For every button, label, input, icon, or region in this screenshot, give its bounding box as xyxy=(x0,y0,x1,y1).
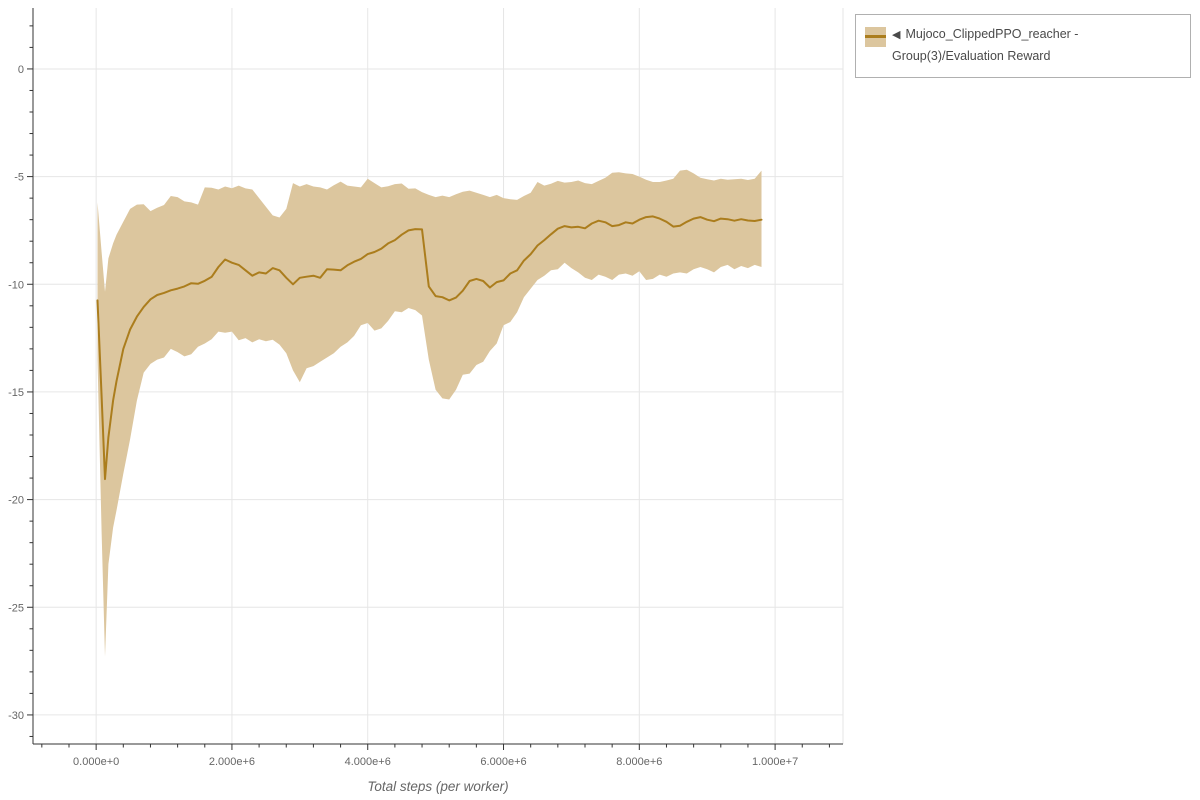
reward-chart-plot-area[interactable]: 0.000e+0 2.000e+6 4.000e+6 6.000e+6 8.000e+6… xyxy=(0,0,1200,800)
y-tick-label: -15 xyxy=(8,387,24,399)
y-tick-label: -30 xyxy=(8,710,24,722)
uncertainty-band xyxy=(97,169,762,657)
legend: ◀ Mujoco_ClippedPPO_reacher - Group(3)/Ev… xyxy=(855,14,1191,78)
x-tick-label: 6.000e+6 xyxy=(480,756,526,768)
x-tick-label: 4.000e+6 xyxy=(345,756,391,768)
x-tick-label: 2.000e+6 xyxy=(209,756,255,768)
legend-swatch-line xyxy=(865,35,886,38)
dashboard-page: 0.000e+0 2.000e+6 4.000e+6 6.000e+6 8.000e+6… xyxy=(0,0,1200,800)
y-tick-label: -5 xyxy=(14,172,24,184)
legend-series-label: Mujoco_ClippedPPO_reacher - Group(3)/Eva… xyxy=(892,27,1079,63)
x-tick-label: 8.000e+6 xyxy=(616,756,662,768)
y-tick-label: -10 xyxy=(8,279,24,291)
y-tick-label: 0 xyxy=(18,64,24,76)
legend-item[interactable]: ◀ Mujoco_ClippedPPO_reacher - Group(3)/Ev… xyxy=(892,24,1182,67)
legend-swatch xyxy=(865,27,886,47)
y-tick-label: -20 xyxy=(8,495,24,507)
x-tick-label: 0.000e+0 xyxy=(73,756,119,768)
y-tick-label: -25 xyxy=(8,602,24,614)
x-tick-label: 1.000e+7 xyxy=(752,756,798,768)
x-axis-title: Total steps (per worker) xyxy=(367,779,509,794)
legend-collapse-icon[interactable]: ◀ xyxy=(892,29,900,41)
